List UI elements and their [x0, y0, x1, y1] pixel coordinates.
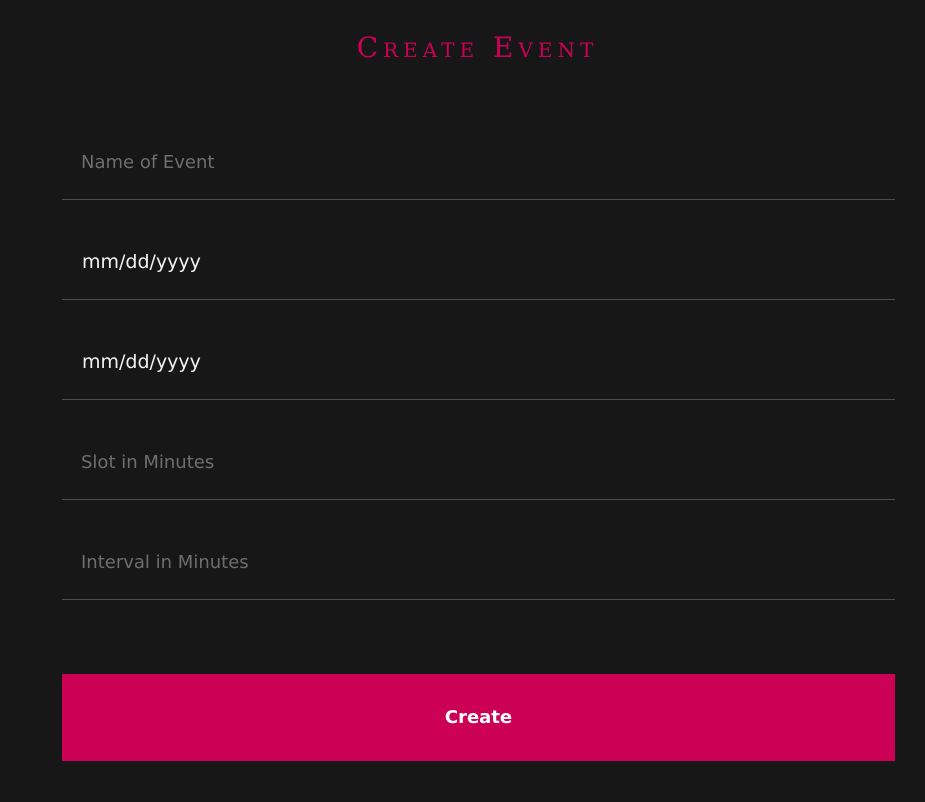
start-date-field[interactable]: mm/dd/yyyy	[62, 225, 895, 300]
create-button[interactable]: Create	[62, 674, 895, 761]
event-name-field	[62, 125, 895, 200]
end-date-field[interactable]: mm/dd/yyyy	[62, 325, 895, 400]
interval-minutes-input[interactable]	[62, 525, 895, 599]
event-name-input[interactable]	[62, 125, 895, 199]
start-date-value: mm/dd/yyyy	[82, 251, 201, 273]
page-title: Create Event	[356, 31, 599, 64]
interval-minutes-field	[62, 525, 895, 600]
slot-minutes-input[interactable]	[62, 425, 895, 499]
slot-minutes-field	[62, 425, 895, 500]
end-date-value: mm/dd/yyyy	[82, 351, 201, 373]
create-event-form: mm/dd/yyyy mm/dd/yyyy	[62, 125, 895, 625]
